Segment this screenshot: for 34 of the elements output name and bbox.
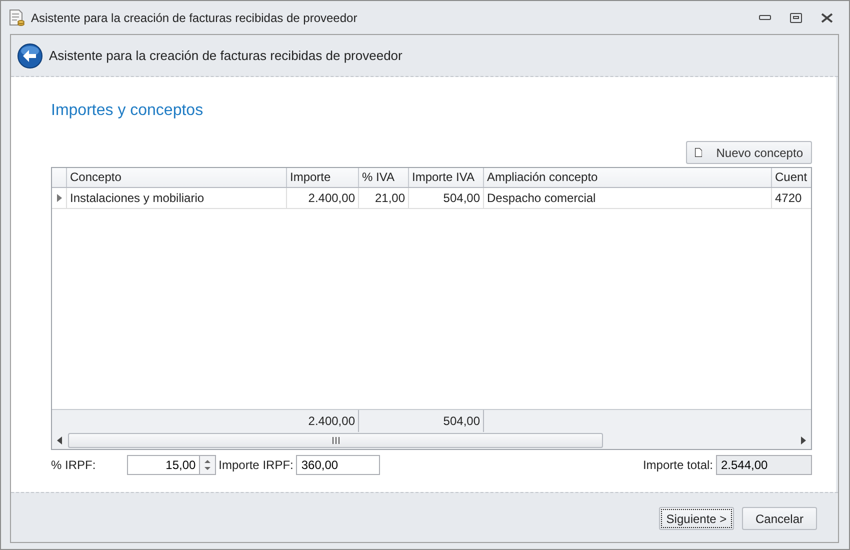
column-header[interactable]: % IVA <box>359 168 409 187</box>
spin-button[interactable] <box>198 455 216 475</box>
grip-icon <box>332 437 340 444</box>
irpf-label: % IRPF: <box>51 457 96 474</box>
total-label: Importe total: <box>642 457 713 474</box>
column-total: 504,00 <box>443 414 480 428</box>
maximize-icon <box>790 12 802 22</box>
minimize-icon <box>759 14 771 20</box>
table-cell: Instalaciones y mobiliario <box>67 188 287 208</box>
wizard-title: Asistente para la creación de facturas recibidas de proveedor <box>49 46 402 65</box>
column-header[interactable]: Ampliación concepto <box>484 168 772 187</box>
document-icon <box>695 145 702 160</box>
scrollbar-thumb[interactable] <box>68 433 603 448</box>
table-cell: 504,00 <box>409 188 484 208</box>
irpf-amount-label: Importe IRPF: <box>218 457 294 474</box>
new-concept-button[interactable]: Nuevo concepto <box>686 141 812 164</box>
section-title: Importes y conceptos <box>51 101 204 121</box>
table-cell: 21,00 <box>359 188 409 208</box>
column-total: 2.400,00 <box>308 414 355 428</box>
table-cell: 4720 <box>772 188 811 208</box>
next-button[interactable]: Siguiente > <box>659 507 734 530</box>
irpf-field[interactable]: 15,00 <box>126 455 199 475</box>
column-header[interactable]: Concepto <box>67 168 287 187</box>
table-cell: Despacho comercial <box>484 188 772 208</box>
close-icon <box>821 12 833 22</box>
cancel-button[interactable]: Cancelar <box>742 507 817 530</box>
document-icon <box>9 8 25 26</box>
column-header[interactable]: Importe IVA <box>409 168 484 187</box>
column-header[interactable]: Cuent <box>772 168 811 187</box>
spin-arrows-icon <box>204 459 211 471</box>
window-title: Asistente para la creación de facturas recibidas de proveedor <box>31 10 358 26</box>
table-cell: 2.400,00 <box>287 188 359 208</box>
irpf-amount-field[interactable]: 360,00 <box>296 455 380 475</box>
column-header[interactable]: Importe <box>287 168 359 187</box>
